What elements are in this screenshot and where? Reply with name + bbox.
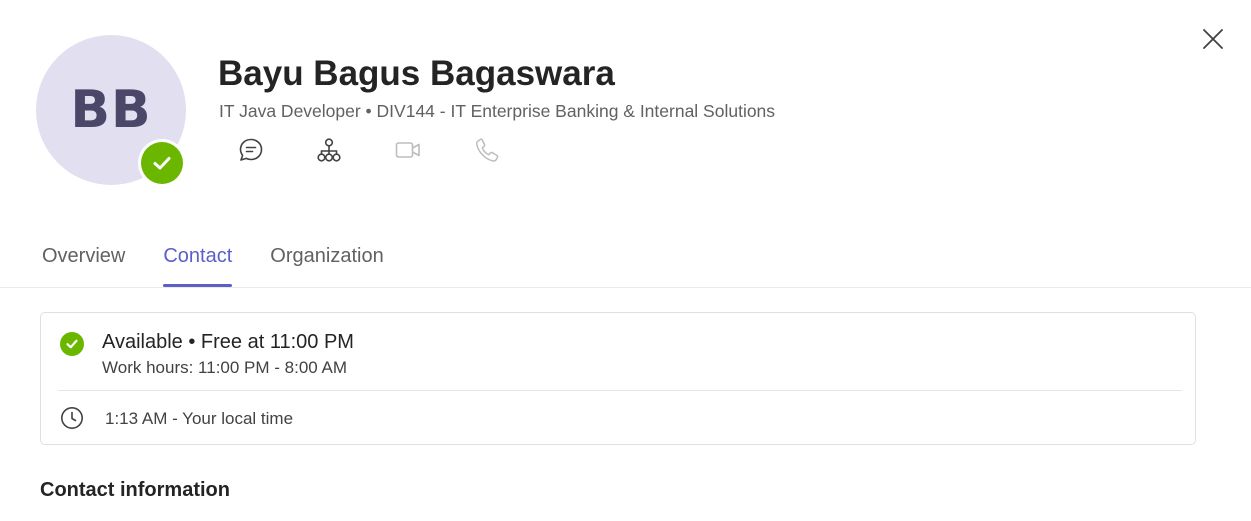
status-divider [58, 390, 1182, 391]
chat-button[interactable] [236, 135, 266, 165]
close-button[interactable] [1198, 24, 1228, 54]
tabs-divider [0, 287, 1251, 288]
avatar-initials: BB [70, 80, 152, 140]
clock-icon [61, 407, 83, 429]
profile-subtitle: IT Java Developer • DIV144 - IT Enterpri… [219, 101, 776, 121]
phone-call-icon [475, 138, 499, 162]
profile-tabs: Overview Contact Organization [42, 240, 422, 288]
profile-card: BB Bayu Bagus Bagaswara IT Java Develope… [0, 0, 1251, 521]
org-chart-icon [317, 138, 341, 162]
phone-call-button[interactable] [472, 135, 502, 165]
availability-panel: Available • Free at 11:00 PM Work hours:… [40, 312, 1196, 445]
org-chart-button[interactable] [314, 135, 344, 165]
available-status-icon [60, 332, 84, 356]
tab-overview[interactable]: Overview [42, 240, 125, 288]
local-time: 1:13 AM - Your local time [105, 409, 294, 428]
tab-organization[interactable]: Organization [270, 240, 383, 288]
profile-name: Bayu Bagus Bagaswara [218, 54, 615, 93]
presence-badge [138, 139, 186, 187]
tab-contact[interactable]: Contact [163, 240, 232, 288]
chat-icon [239, 138, 263, 161]
available-check-icon [153, 157, 171, 170]
work-hours: Work hours: 11:00 PM - 8:00 AM [102, 358, 348, 377]
video-call-icon [395, 142, 420, 158]
video-call-button[interactable] [393, 135, 423, 165]
availability-status: Available • Free at 11:00 PM [102, 331, 354, 353]
close-icon [1203, 29, 1223, 49]
contact-information-heading: Contact information [40, 479, 230, 501]
